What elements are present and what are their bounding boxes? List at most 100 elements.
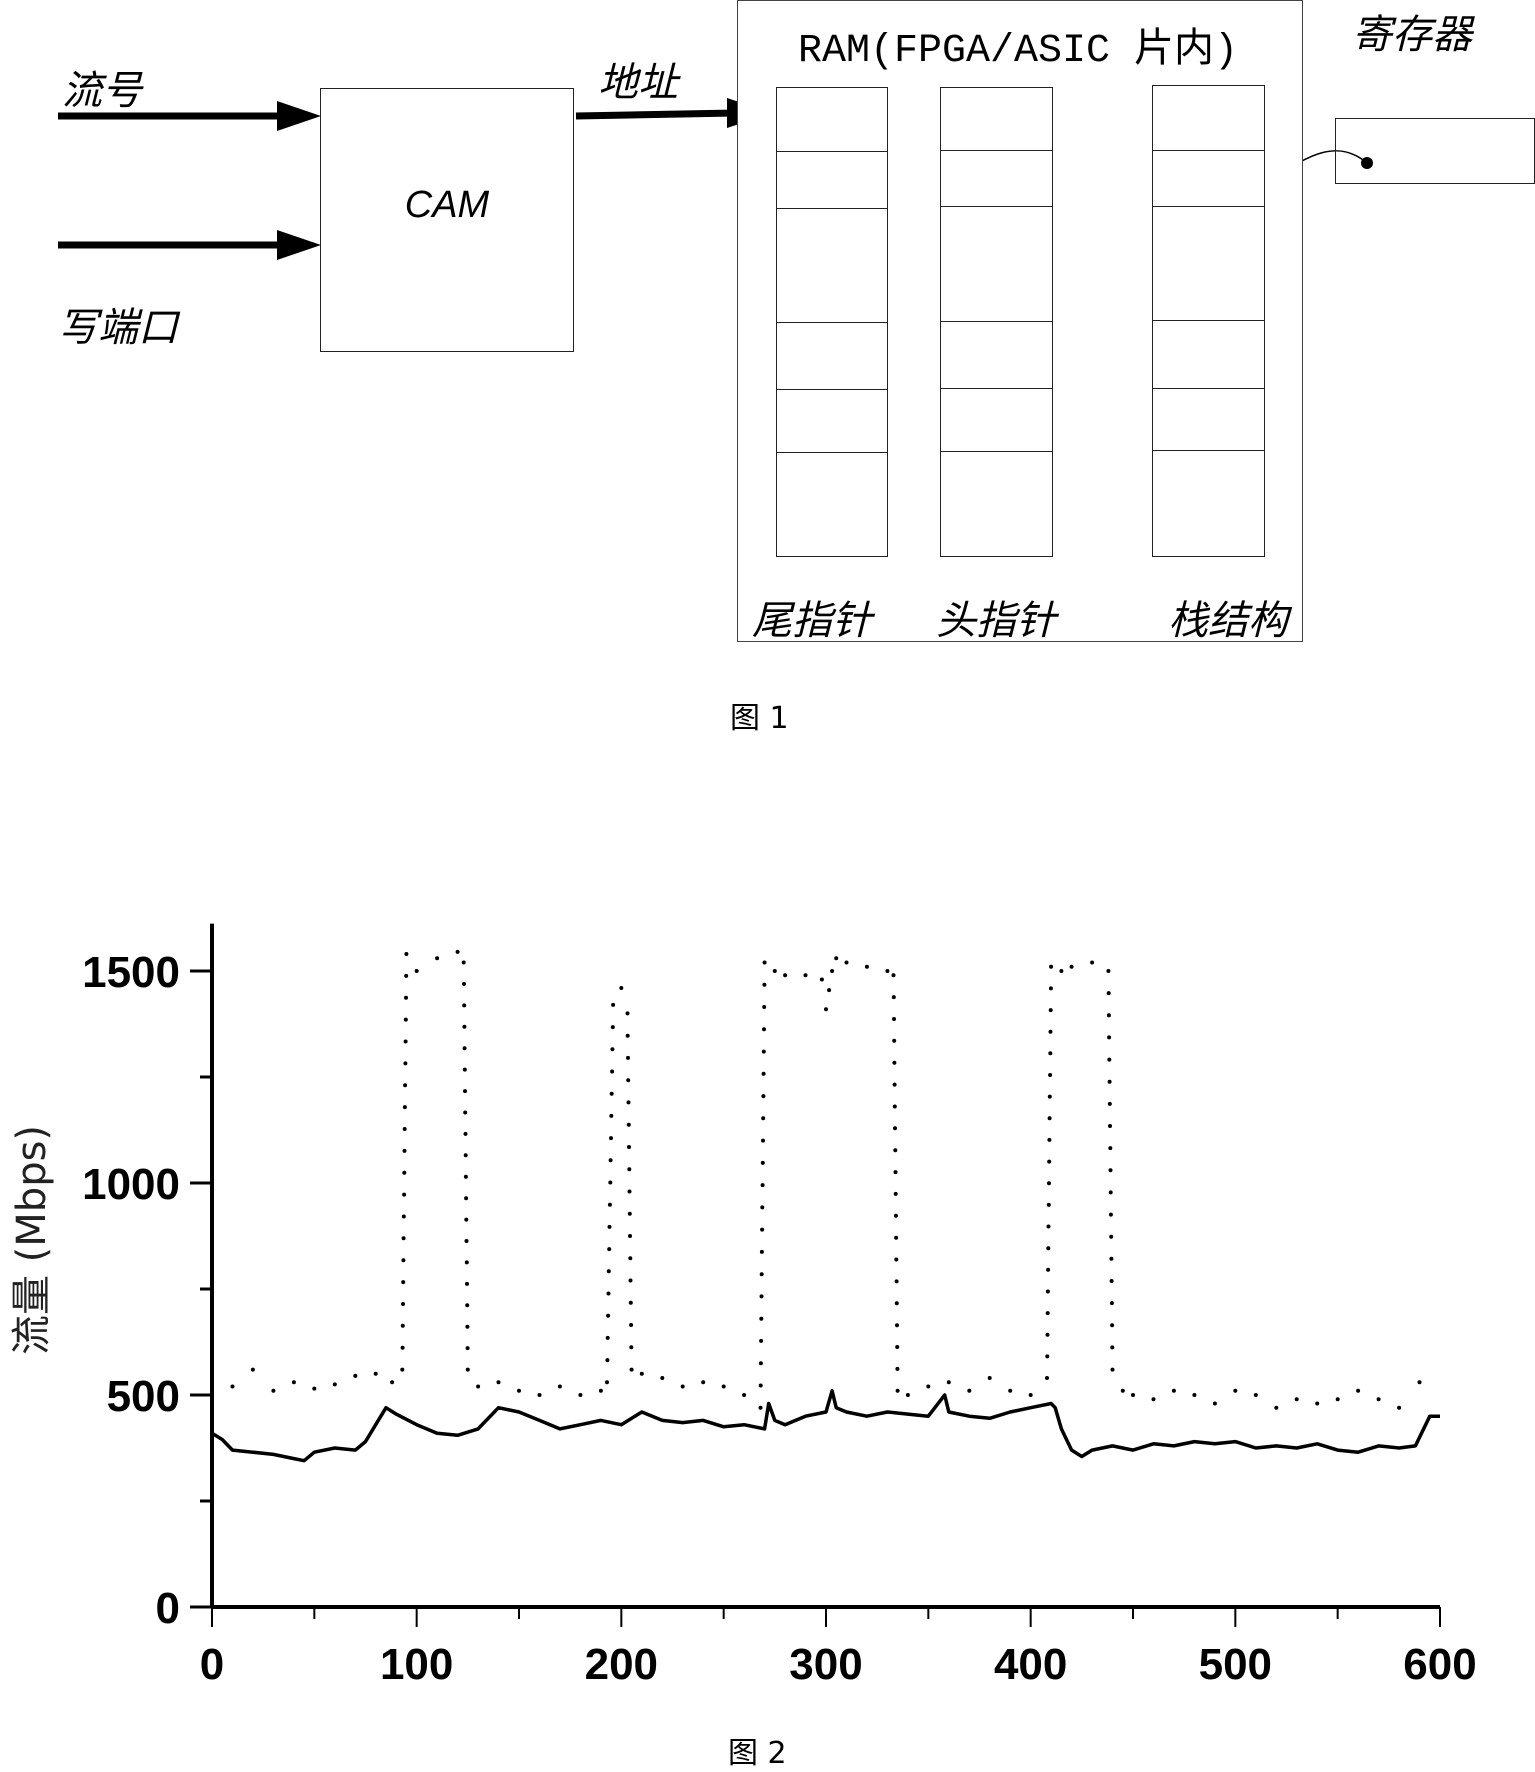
data-point xyxy=(701,1380,706,1385)
data-point xyxy=(400,1323,405,1328)
write-port-arrow xyxy=(58,230,321,260)
data-point xyxy=(1045,1332,1050,1337)
data-point xyxy=(762,960,767,965)
data-point xyxy=(606,1313,611,1318)
data-point xyxy=(271,1388,276,1393)
chart-ticks: 0 500 1000 1500 0 100 200 300 400 500 600 xyxy=(82,948,1477,1689)
data-point xyxy=(895,1366,900,1371)
data-point xyxy=(1069,964,1074,969)
data-point xyxy=(760,1227,765,1232)
data-point xyxy=(250,1367,255,1372)
data-point xyxy=(1376,1397,1381,1402)
data-point xyxy=(660,1376,665,1380)
data-point xyxy=(893,1191,898,1196)
cam-box: CAM xyxy=(320,88,574,352)
data-point xyxy=(892,1082,897,1087)
data-point xyxy=(759,1294,764,1299)
data-point xyxy=(891,973,896,978)
data-point xyxy=(606,1291,611,1296)
data-point xyxy=(760,1160,765,1165)
data-point xyxy=(291,1380,296,1385)
data-point xyxy=(461,960,466,965)
data-point xyxy=(894,1257,899,1262)
data-point xyxy=(400,1345,405,1350)
data-point xyxy=(403,1039,408,1044)
data-point xyxy=(619,986,624,990)
data-point xyxy=(772,969,777,973)
series-solid xyxy=(211,1389,1440,1463)
data-point xyxy=(402,1127,407,1131)
data-point xyxy=(464,1217,469,1222)
data-point xyxy=(892,1104,897,1109)
data-point xyxy=(893,1213,898,1218)
data-point xyxy=(463,1110,468,1115)
data-point xyxy=(759,1316,764,1321)
data-point xyxy=(762,1005,767,1009)
data-point xyxy=(894,1301,899,1306)
data-point xyxy=(762,1027,766,1032)
data-point xyxy=(830,969,835,973)
data-point xyxy=(1108,1212,1113,1217)
data-point xyxy=(1048,1073,1053,1077)
data-point xyxy=(987,1376,992,1380)
data-point xyxy=(967,1388,972,1393)
data-point xyxy=(758,1361,763,1366)
head-pointer-column xyxy=(940,87,1053,557)
data-point xyxy=(759,1272,764,1277)
figure-2-caption: 图 2 xyxy=(728,1736,787,1771)
stack-label: 栈结构 xyxy=(1168,598,1288,644)
data-point xyxy=(402,1105,407,1110)
data-point xyxy=(762,982,767,987)
data-point xyxy=(605,1335,610,1340)
data-point xyxy=(609,1136,613,1141)
data-point xyxy=(465,1324,470,1329)
data-point xyxy=(628,1278,633,1283)
data-point xyxy=(404,973,409,978)
data-point xyxy=(946,1380,951,1385)
data-point xyxy=(463,1089,467,1094)
data-point xyxy=(628,1300,633,1305)
cam-label: CAM xyxy=(404,184,490,226)
data-point xyxy=(629,1345,634,1350)
data-point xyxy=(210,1376,214,1380)
data-point xyxy=(758,1405,763,1410)
data-point xyxy=(403,1083,408,1088)
data-point xyxy=(402,1192,407,1197)
data-point xyxy=(761,1094,766,1099)
data-point xyxy=(464,1239,469,1243)
data-point xyxy=(403,1017,408,1022)
data-point xyxy=(435,956,440,961)
y-tick-label: 1500 xyxy=(82,948,180,997)
data-point xyxy=(892,1038,897,1043)
head-pointer-label: 头指针 xyxy=(936,598,1056,644)
data-point xyxy=(1108,1190,1113,1195)
data-point xyxy=(598,1388,603,1393)
data-point xyxy=(639,1371,644,1376)
data-point xyxy=(893,1126,897,1131)
data-point xyxy=(895,1345,900,1349)
data-point xyxy=(610,1047,615,1052)
data-point xyxy=(537,1393,542,1397)
data-point xyxy=(892,1017,896,1021)
data-point xyxy=(462,1067,467,1072)
data-point xyxy=(864,964,869,969)
data-point xyxy=(844,960,849,965)
data-point xyxy=(476,1384,481,1389)
data-point xyxy=(1108,1146,1113,1151)
data-point xyxy=(629,1323,634,1327)
register-label: 寄存器 xyxy=(1352,12,1472,58)
series-dotted xyxy=(210,949,1422,1410)
data-point xyxy=(1110,1367,1115,1372)
x-tick-label: 300 xyxy=(789,1640,862,1689)
data-point xyxy=(1109,1279,1114,1283)
data-point xyxy=(759,1338,764,1343)
data-point xyxy=(761,1049,766,1054)
data-point xyxy=(1047,1159,1052,1164)
data-point xyxy=(1090,960,1095,965)
y-tick-label: 500 xyxy=(107,1372,180,1421)
data-point xyxy=(721,1384,726,1389)
data-point xyxy=(627,1145,631,1149)
x-tick-label: 400 xyxy=(994,1640,1067,1689)
data-point xyxy=(312,1386,317,1391)
data-point xyxy=(1108,1124,1112,1128)
